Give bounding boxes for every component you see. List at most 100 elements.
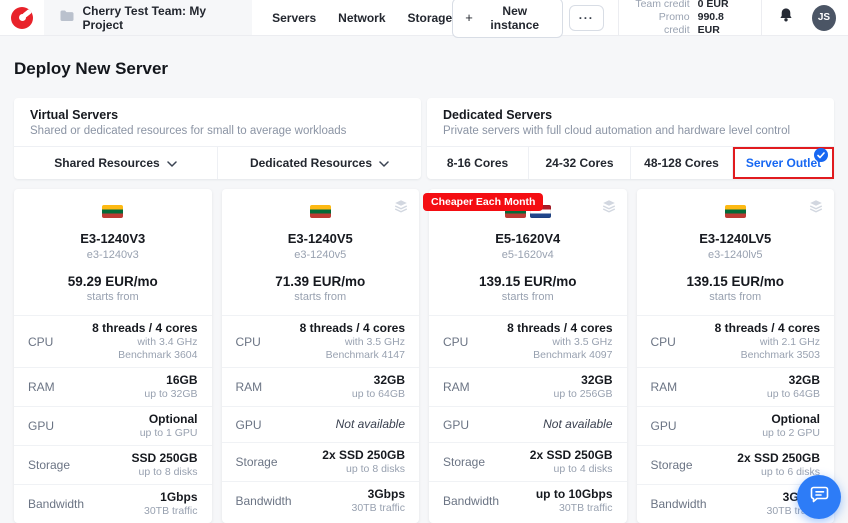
server-card-grid: E3-1240V3 e3-1240v3 59.29 EUR/mo starts …: [14, 189, 834, 523]
spec-row: Bandwidth 1Gbps 30TB traffic: [14, 484, 212, 523]
spec-main: 32GB: [554, 373, 613, 388]
tab-label: Shared Resources: [54, 156, 159, 170]
dedicated-servers-title: Dedicated Servers: [443, 108, 818, 122]
server-card[interactable]: E3-1240V5 e3-1240v5 71.39 EUR/mo starts …: [222, 189, 420, 523]
spec-label: Bandwidth: [236, 494, 292, 508]
nav-link-network[interactable]: Network: [338, 11, 385, 25]
folder-icon: [60, 10, 74, 25]
spec-value: up to 10Gbps 30TB traffic: [536, 487, 613, 515]
brand-logo[interactable]: [0, 0, 44, 35]
server-card[interactable]: E3-1240V3 e3-1240v3 59.29 EUR/mo starts …: [14, 189, 212, 523]
spec-value: 8 threads / 4 cores with 3.4 GHzBenchmar…: [92, 321, 197, 362]
spec-value: SSD 250GB up to 8 disks: [131, 451, 197, 479]
tab-server-outlet[interactable]: Server Outlet: [732, 147, 834, 179]
spec-label: Storage: [28, 458, 70, 472]
spec-value: Not available: [543, 417, 612, 432]
price-note: starts from: [647, 291, 825, 303]
spec-sub: up to 4 disks: [530, 463, 613, 476]
spec-row: CPU 8 threads / 4 cores with 3.5 GHzBenc…: [222, 315, 420, 367]
spec-value: 8 threads / 4 cores with 3.5 GHzBenchmar…: [300, 321, 405, 362]
server-name: E3-1240V5: [232, 231, 410, 246]
spec-main: 8 threads / 4 cores: [300, 321, 405, 336]
project-selector[interactable]: Cherry Test Team: My Project: [44, 0, 252, 35]
spec-main: 8 threads / 4 cores: [92, 321, 197, 336]
server-name: E3-1240LV5: [647, 231, 825, 246]
spec-value: 32GB up to 64GB: [767, 373, 820, 401]
server-price: 139.15 EUR/mo: [439, 274, 617, 289]
server-price: 71.39 EUR/mo: [232, 274, 410, 289]
server-price: 59.29 EUR/mo: [24, 274, 202, 289]
spec-label: RAM: [28, 380, 55, 394]
spec-row: Storage 2x SSD 250GB up to 8 disks: [222, 442, 420, 481]
spec-sub: 30TB traffic: [352, 502, 406, 515]
spec-value: 32GB up to 256GB: [554, 373, 613, 401]
chevron-down-icon: [379, 156, 389, 170]
tab-8-16-cores[interactable]: 8-16 Cores: [427, 147, 528, 179]
price-note: starts from: [24, 291, 202, 303]
server-slug: e3-1240v5: [232, 249, 410, 261]
spec-row: Storage 2x SSD 250GB up to 4 disks: [429, 442, 627, 481]
spec-value: 3Gbps 30TB traffic: [352, 487, 406, 515]
tab-shared-resources[interactable]: Shared Resources: [14, 147, 217, 179]
price-note: starts from: [232, 291, 410, 303]
stack-icon: [809, 199, 823, 218]
spec-sub: with 3.4 GHz: [92, 336, 197, 349]
tab-label: 24-32 Cores: [545, 156, 613, 170]
nav-link-storage[interactable]: Storage: [408, 11, 453, 25]
flag-lt-icon: [725, 205, 746, 218]
server-name: E5-1620V4: [439, 231, 617, 246]
nav-link-servers[interactable]: Servers: [272, 11, 316, 25]
spec-row: RAM 32GB up to 64GB: [637, 367, 835, 406]
spec-value: Optional up to 2 GPU: [762, 412, 820, 440]
spec-row: GPU Not available: [222, 406, 420, 442]
spec-sub: with 3.5 GHz: [507, 336, 612, 349]
spec-main: 2x SSD 250GB: [530, 448, 613, 463]
spec-main: 3Gbps: [352, 487, 406, 502]
tab-label: Server Outlet: [746, 156, 821, 170]
spec-main: 8 threads / 4 cores: [507, 321, 612, 336]
region-flags: [647, 205, 825, 218]
spec-label: CPU: [443, 335, 468, 349]
more-actions-button[interactable]: ···: [569, 5, 604, 31]
tab-24-32-cores[interactable]: 24-32 Cores: [528, 147, 630, 179]
spec-row: GPU Optional up to 1 GPU: [14, 406, 212, 445]
spec-label: RAM: [443, 380, 470, 394]
spec-main: 2x SSD 250GB: [322, 448, 405, 463]
spec-sub: Benchmark 4147: [300, 349, 405, 362]
chat-launcher-button[interactable]: [797, 475, 841, 519]
spec-main: 32GB: [352, 373, 405, 388]
spec-sub: up to 32GB: [144, 388, 197, 401]
server-card[interactable]: Cheaper Each Month E5-1620V4 e5-1620v4 1…: [429, 189, 627, 523]
dedicated-servers-panel: Dedicated Servers Private servers with f…: [427, 98, 834, 179]
tab-48-128-cores[interactable]: 48-128 Cores: [630, 147, 732, 179]
spec-sub: Benchmark 3604: [92, 349, 197, 362]
server-card[interactable]: E3-1240LV5 e3-1240lv5 139.15 EUR/mo star…: [637, 189, 835, 523]
spec-main: Not available: [543, 417, 612, 432]
region-flags: [232, 205, 410, 218]
spec-sub: with 2.1 GHz: [715, 336, 820, 349]
team-credit-label: Team credit: [635, 0, 698, 11]
new-instance-button[interactable]: + New instance: [452, 0, 563, 38]
spec-row: RAM 32GB up to 64GB: [222, 367, 420, 406]
cheaper-badge: Cheaper Each Month: [423, 193, 543, 211]
server-name: E3-1240V3: [24, 231, 202, 246]
spec-value: 2x SSD 250GB up to 6 disks: [737, 451, 820, 479]
spec-label: Storage: [236, 455, 278, 469]
region-flags: [24, 205, 202, 218]
user-avatar[interactable]: JS: [812, 5, 836, 31]
spec-sub: 30TB traffic: [144, 505, 198, 518]
promo-credit-value: 990.8 EUR: [698, 11, 745, 37]
cherry-logo-icon: [11, 7, 33, 29]
spec-row: RAM 32GB up to 256GB: [429, 367, 627, 406]
spec-row: GPU Not available: [429, 406, 627, 442]
top-navbar: Cherry Test Team: My Project Servers Net…: [0, 0, 848, 36]
tab-dedicated-resources[interactable]: Dedicated Resources: [217, 147, 421, 179]
notifications-button[interactable]: [761, 0, 810, 35]
spec-row: CPU 8 threads / 4 cores with 3.4 GHzBenc…: [14, 315, 212, 367]
spec-row: GPU Optional up to 2 GPU: [637, 406, 835, 445]
server-slug: e3-1240lv5: [647, 249, 825, 261]
spec-main: SSD 250GB: [131, 451, 197, 466]
spec-value: 1Gbps 30TB traffic: [144, 490, 198, 518]
spec-value: 2x SSD 250GB up to 4 disks: [530, 448, 613, 476]
spec-main: 32GB: [767, 373, 820, 388]
